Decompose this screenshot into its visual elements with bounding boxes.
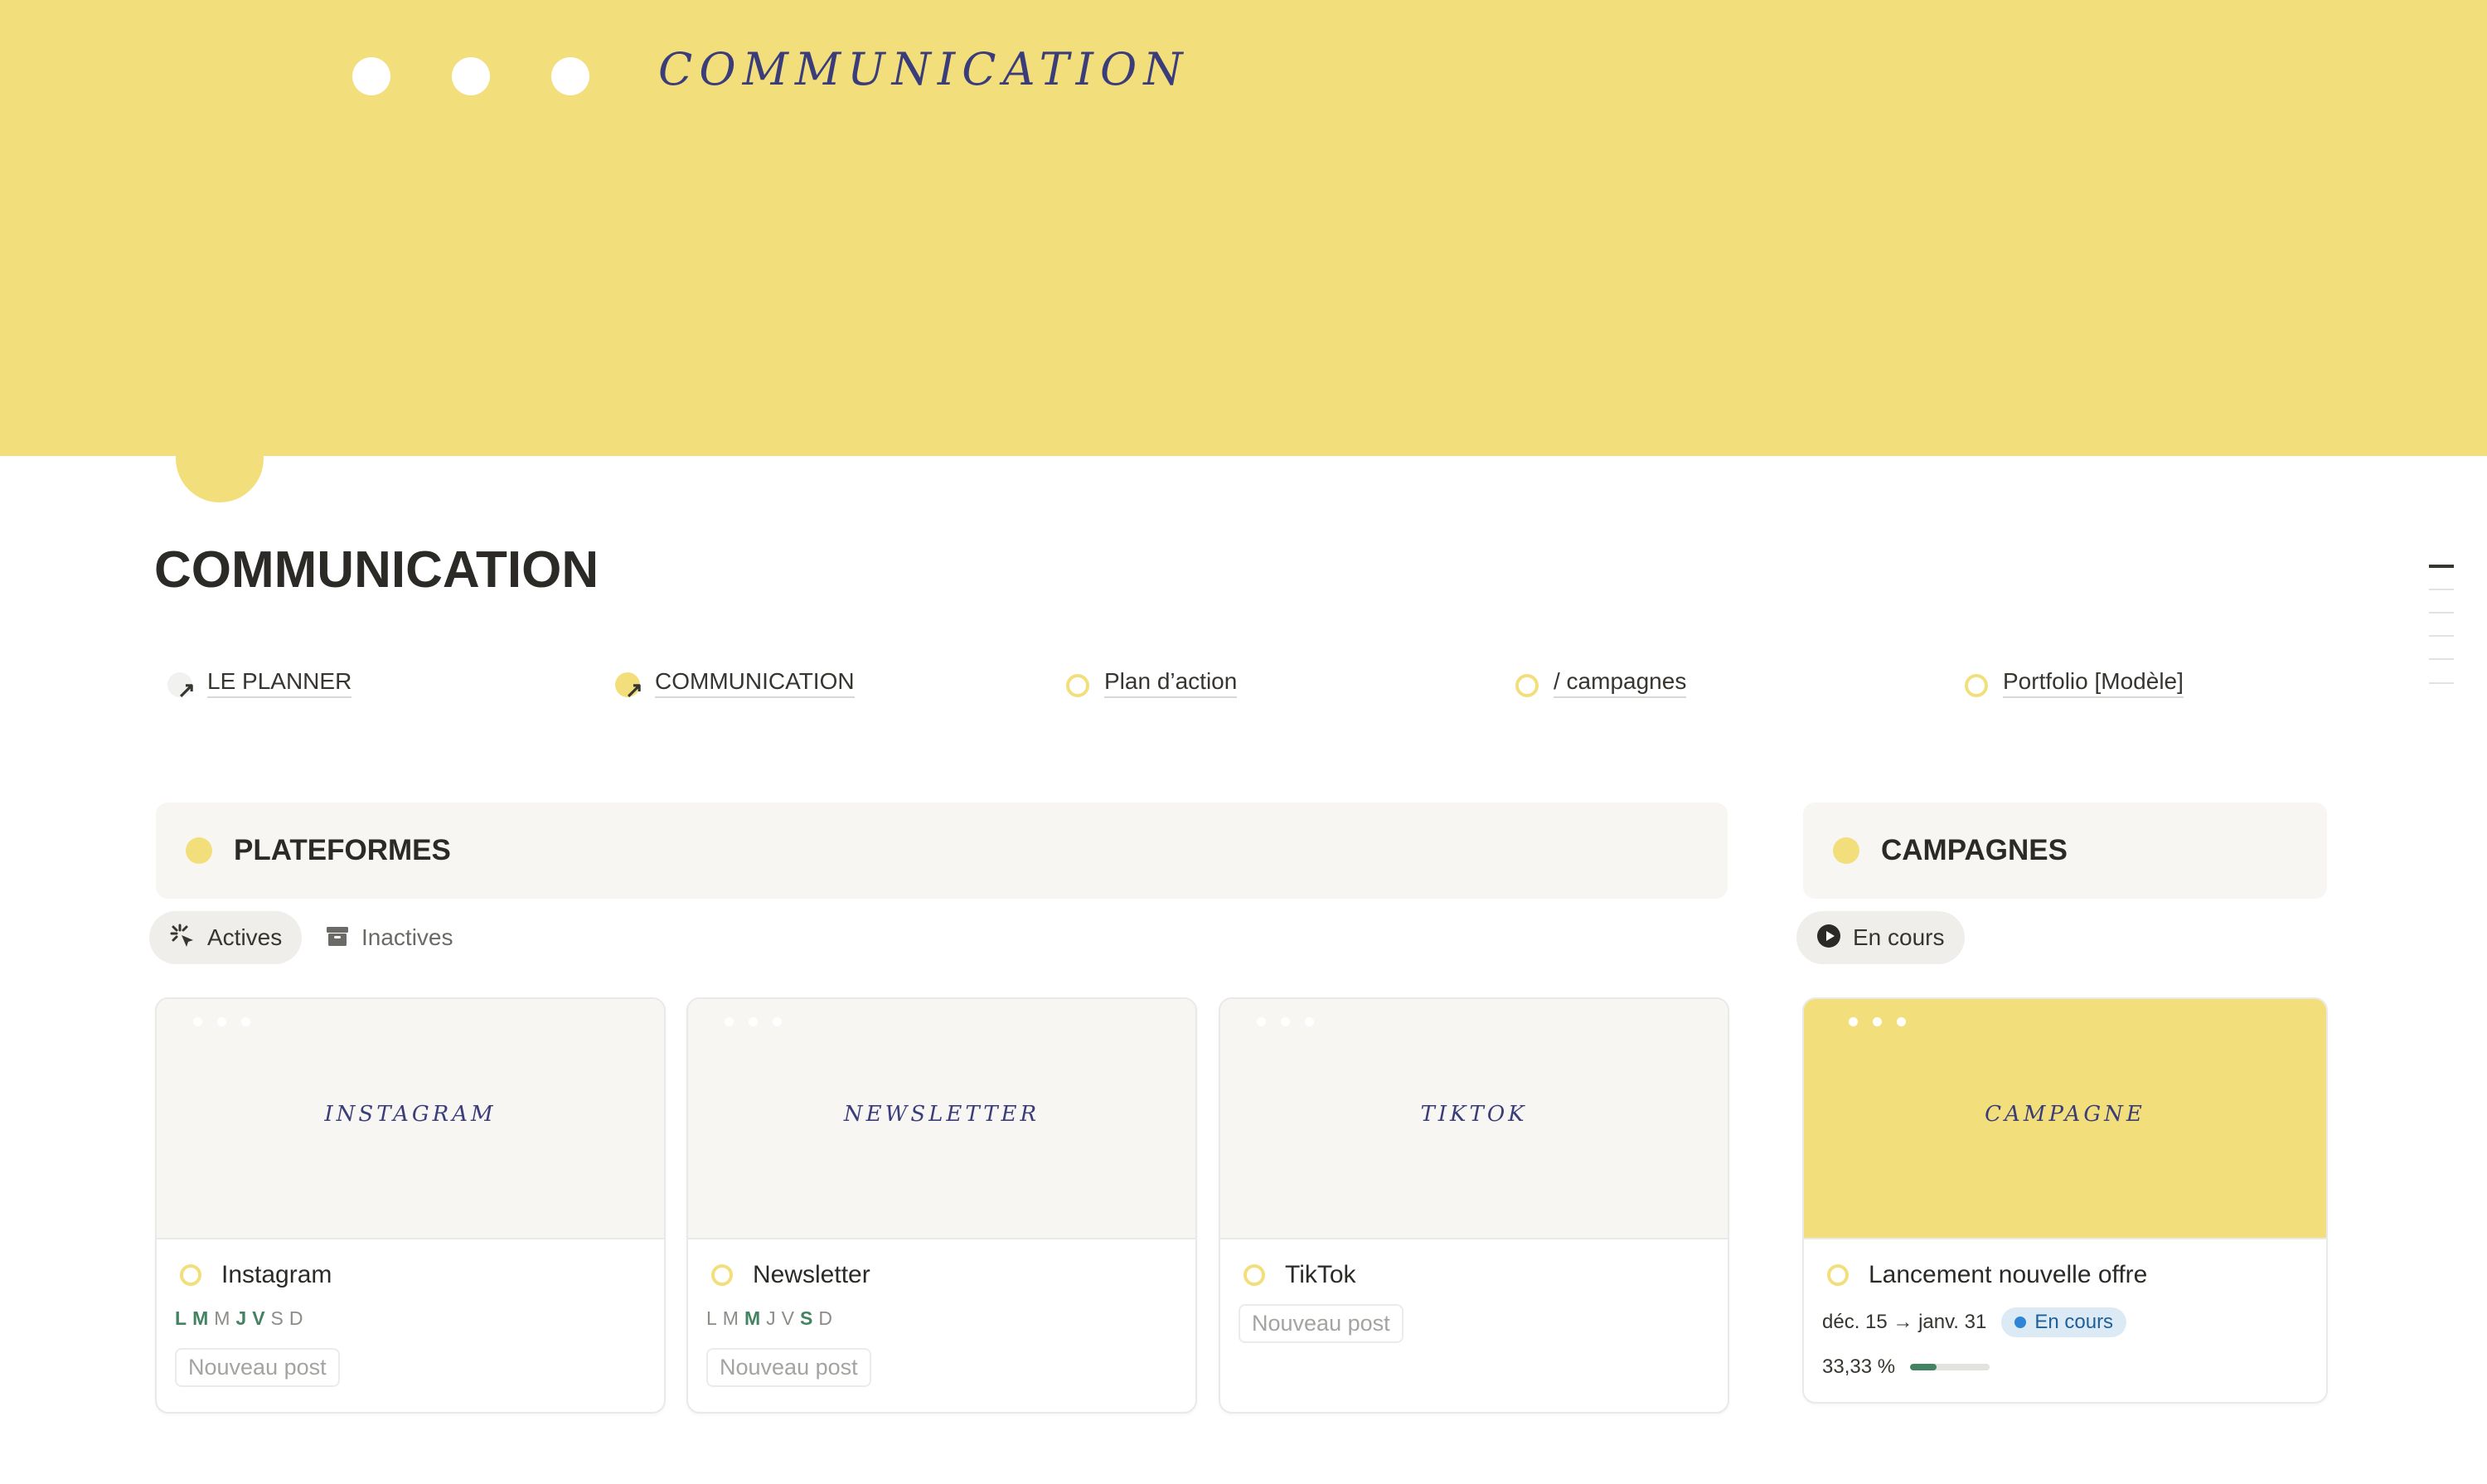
status-dot-icon [2014, 1317, 2027, 1328]
cover-dots-icon [1257, 1017, 1314, 1026]
card-cover-text: INSTAGRAM [324, 1102, 497, 1127]
progress-fill [1910, 1364, 1937, 1370]
cover-dots-icon [1849, 1017, 1906, 1026]
play-circle-icon [1816, 924, 1841, 953]
cover-banner[interactable]: COMMUNICATION [0, 0, 2487, 456]
card-cover: INSTAGRAM [157, 999, 664, 1239]
card-title: Instagram [221, 1261, 332, 1288]
sparkle-cursor-icon [169, 923, 196, 953]
day-letter: J [766, 1307, 777, 1329]
link-arrow-icon: ↗ [167, 671, 196, 701]
tab-label: Actives [207, 924, 283, 950]
tab-label: Inactives [361, 924, 453, 950]
page-ring-icon [1244, 1264, 1265, 1286]
day-letter: S [799, 1307, 814, 1329]
section-header-campagnes: CAMPAGNES [1803, 803, 2327, 899]
day-letter: S [270, 1307, 284, 1329]
campaign-card[interactable]: CAMPAGNE Lancement nouvelle offre déc. 1… [1802, 997, 2328, 1404]
day-letter: J [235, 1307, 248, 1329]
cover-dot-icon [352, 57, 390, 95]
posting-days: LMMJVSD [175, 1307, 664, 1330]
cover-title: COMMUNICATION [658, 43, 1190, 95]
outline-item[interactable] [2429, 589, 2454, 590]
new-post-button[interactable]: Nouveau post [706, 1348, 871, 1387]
outline-item[interactable] [2429, 682, 2454, 684]
link-campagnes[interactable]: / campagnes [1514, 667, 1687, 700]
page-title: COMMUNICATION [154, 541, 599, 599]
campaign-dates: déc. 15 → janv. 31 [1822, 1311, 1987, 1333]
card-cover: TIKTOK [1220, 999, 1728, 1239]
progress-label: 33,33 % [1822, 1355, 1896, 1378]
page-ring-icon [1827, 1264, 1849, 1286]
outline-item[interactable] [2429, 658, 2454, 660]
day-letter: M [192, 1307, 210, 1329]
progress-row: 33,33 % [1822, 1355, 2326, 1379]
platform-card-tiktok[interactable]: TIKTOK TikTok Nouveau post [1219, 997, 1729, 1414]
posting-days: LMMJVSD [706, 1307, 1195, 1330]
outline-item[interactable] [2429, 612, 2454, 613]
yellow-dot-icon [186, 837, 212, 864]
section-header-plateformes: PLATEFORMES [156, 803, 1728, 899]
new-post-button[interactable]: Nouveau post [1239, 1304, 1403, 1343]
status-label: En cours [2034, 1311, 2114, 1333]
page-ring-icon [1514, 671, 1539, 697]
day-letter: V [781, 1307, 795, 1329]
day-letter: D [288, 1307, 304, 1329]
outline-item[interactable] [2429, 565, 2454, 568]
day-letter: L [175, 1307, 188, 1329]
cover-dots-icon [193, 1017, 250, 1026]
tab-en-cours[interactable]: En cours [1796, 911, 1965, 964]
link-label: Portfolio [Modèle] [2003, 668, 2184, 698]
day-letter: M [214, 1307, 231, 1329]
day-letter: D [818, 1307, 833, 1329]
card-cover-text: CAMPAGNE [1985, 1102, 2145, 1127]
link-label: COMMUNICATION [655, 668, 855, 698]
yellow-dot-icon [1833, 837, 1859, 864]
page-icon[interactable] [176, 415, 264, 502]
link-label: Plan d’action [1104, 668, 1238, 698]
page-ring-icon [711, 1264, 733, 1286]
page-ring-icon [1064, 671, 1089, 697]
tab-inactives[interactable]: Inactives [305, 911, 473, 964]
link-plan-action[interactable]: Plan d’action [1064, 667, 1238, 700]
day-letter: V [252, 1307, 266, 1329]
card-title: Lancement nouvelle offre [1869, 1261, 2148, 1288]
link-label: / campagnes [1554, 668, 1687, 698]
cover-dots-icon [725, 1017, 782, 1026]
day-letter: M [722, 1307, 739, 1329]
cover-dot-icon [551, 57, 589, 95]
link-label: LE PLANNER [207, 668, 352, 698]
new-post-button[interactable]: Nouveau post [175, 1348, 340, 1387]
cover-dot-icon [452, 57, 490, 95]
tab-actives[interactable]: Actives [149, 911, 303, 964]
link-portfolio[interactable]: Portfolio [Modèle] [1963, 667, 2184, 700]
section-title: PLATEFORMES [234, 834, 451, 866]
day-letter: M [744, 1307, 762, 1329]
card-cover: CAMPAGNE [1804, 999, 2326, 1239]
tab-label: En cours [1853, 924, 1945, 950]
day-letter: L [706, 1307, 718, 1329]
page-ring-icon [180, 1264, 201, 1286]
platform-card-newsletter[interactable]: NEWSLETTER Newsletter LMMJVSD Nouveau po… [686, 997, 1197, 1414]
link-le-planner[interactable]: ↗ LE PLANNER [167, 667, 352, 701]
page-ring-icon [1963, 671, 1988, 697]
archive-icon [325, 924, 350, 953]
link-arrow-icon: ↗ [615, 671, 643, 701]
card-cover-text: TIKTOK [1420, 1102, 1528, 1127]
platform-card-instagram[interactable]: INSTAGRAM Instagram LMMJVSD Nouveau post [155, 997, 666, 1414]
card-cover: NEWSLETTER [688, 999, 1195, 1239]
campaign-dates-row: déc. 15 → janv. 31 En cours [1822, 1307, 2326, 1337]
link-communication[interactable]: ↗ COMMUNICATION [615, 667, 855, 701]
card-title: Newsletter [753, 1261, 870, 1288]
card-cover-text: NEWSLETTER [843, 1102, 1040, 1127]
card-title: TikTok [1285, 1261, 1356, 1288]
status-badge[interactable]: En cours [2001, 1307, 2127, 1337]
section-title: CAMPAGNES [1881, 834, 2068, 866]
outline-item[interactable] [2429, 635, 2454, 637]
progress-bar [1910, 1364, 1990, 1370]
